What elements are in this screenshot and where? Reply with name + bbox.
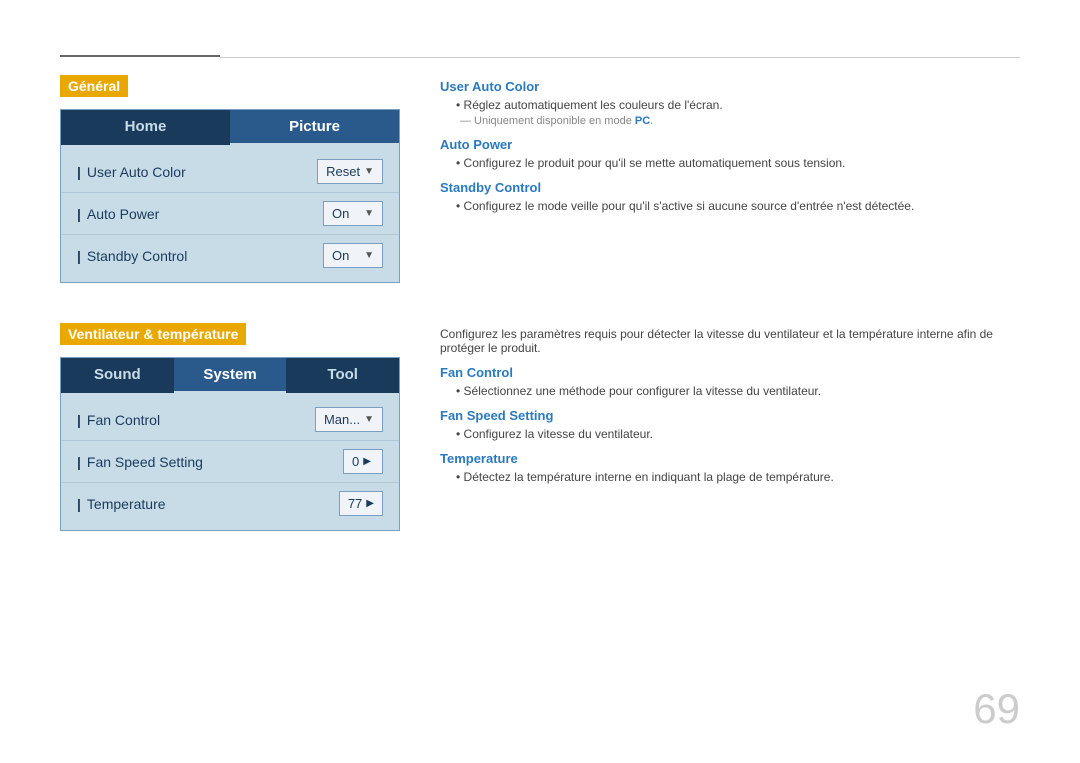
menu-item-auto-power: Auto Power On ▼ (61, 193, 399, 235)
dropdown-arrow-icon: ▼ (364, 414, 374, 425)
arrow-right-icon: ▶ (363, 456, 371, 467)
standby-control-label: Standby Control (77, 248, 323, 264)
arrow-right-icon: ▶ (366, 498, 374, 509)
desc-bullet-user-auto-color: Réglez automatiquement les couleurs de l… (440, 98, 1020, 112)
menu-item-fan-speed: Fan Speed Setting 0 ▶ (61, 441, 399, 483)
desc-bullet-auto-power: Configurez le produit pour qu'il se mett… (440, 156, 1020, 170)
general-menu-panel: Home Picture User Auto Color Reset ▼ (60, 109, 400, 283)
dropdown-arrow-icon: ▼ (364, 250, 374, 261)
fan-intro-text: Configurez les paramètres requis pour dé… (440, 327, 1020, 355)
desc-title-temperature: Temperature (440, 451, 1020, 466)
user-auto-color-label: User Auto Color (77, 164, 317, 180)
menu-item-standby-control: Standby Control On ▼ (61, 235, 399, 276)
general-tabs: Home Picture (61, 110, 399, 145)
desc-title-standby-control: Standby Control (440, 180, 1020, 195)
tab-sound[interactable]: Sound (61, 358, 174, 393)
fan-speed-control[interactable]: 0 ▶ (343, 449, 383, 474)
auto-power-dropdown[interactable]: On ▼ (323, 201, 383, 226)
standby-control-dropdown[interactable]: On ▼ (323, 243, 383, 268)
desc-bullet-fan-speed: Configurez la vitesse du ventilateur. (440, 427, 1020, 441)
desc-title-fan-control: Fan Control (440, 365, 1020, 380)
desc-bullet-temperature: Détectez la température interne en indiq… (440, 470, 1020, 484)
tab-system[interactable]: System (174, 358, 287, 393)
auto-power-control[interactable]: On ▼ (323, 201, 383, 226)
tab-tool[interactable]: Tool (286, 358, 399, 393)
tab-home[interactable]: Home (61, 110, 230, 145)
auto-power-label: Auto Power (77, 206, 323, 222)
temperature-control[interactable]: 77 ▶ (339, 491, 383, 516)
general-left-col: Général Home Picture User Auto Color Res… (60, 75, 400, 283)
user-auto-color-dropdown[interactable]: Reset ▼ (317, 159, 383, 184)
fan-right-col: Configurez les paramètres requis pour dé… (440, 323, 1020, 531)
temperature-value[interactable]: 77 ▶ (339, 491, 383, 516)
user-auto-color-control[interactable]: Reset ▼ (317, 159, 383, 184)
fan-control-label: Fan Control (77, 412, 315, 428)
general-right-col: User Auto Color Réglez automatiquement l… (440, 75, 1020, 283)
fan-menu-items: Fan Control Man... ▼ Fan Speed Setting (61, 393, 399, 530)
general-title: Général (60, 75, 128, 97)
fan-menu-panel: Sound System Tool Fan Control Man... ▼ (60, 357, 400, 531)
fan-speed-value[interactable]: 0 ▶ (343, 449, 383, 474)
dropdown-arrow-icon: ▼ (364, 166, 374, 177)
desc-bullet-standby-control: Configurez le mode veille pour qu'il s'a… (440, 199, 1020, 213)
menu-item-temperature: Temperature 77 ▶ (61, 483, 399, 524)
menu-item-user-auto-color: User Auto Color Reset ▼ (61, 151, 399, 193)
fan-control-dropdown[interactable]: Man... ▼ (315, 407, 383, 432)
fan-title: Ventilateur & température (60, 323, 246, 345)
menu-item-fan-control: Fan Control Man... ▼ (61, 399, 399, 441)
fan-left-col: Ventilateur & température Sound System T… (60, 323, 400, 531)
dropdown-arrow-icon: ▼ (364, 208, 374, 219)
fan-control-control[interactable]: Man... ▼ (315, 407, 383, 432)
general-menu-items: User Auto Color Reset ▼ Auto Power (61, 145, 399, 282)
desc-title-auto-power: Auto Power (440, 137, 1020, 152)
tab-picture[interactable]: Picture (230, 110, 399, 145)
fan-speed-label: Fan Speed Setting (77, 454, 343, 470)
desc-title-fan-speed: Fan Speed Setting (440, 408, 1020, 423)
page-number: 69 (973, 685, 1020, 733)
desc-bullet-fan-control: Sélectionnez une méthode pour configurer… (440, 384, 1020, 398)
desc-title-user-auto-color: User Auto Color (440, 79, 1020, 94)
standby-control-control[interactable]: On ▼ (323, 243, 383, 268)
general-section: Général Home Picture User Auto Color Res… (60, 75, 1020, 283)
fan-tabs: Sound System Tool (61, 358, 399, 393)
temperature-label: Temperature (77, 496, 339, 512)
fan-section: Ventilateur & température Sound System T… (60, 323, 1020, 531)
pc-highlight: PC (635, 115, 650, 127)
desc-note-user-auto-color: — Uniquement disponible en mode PC. (440, 115, 1020, 127)
